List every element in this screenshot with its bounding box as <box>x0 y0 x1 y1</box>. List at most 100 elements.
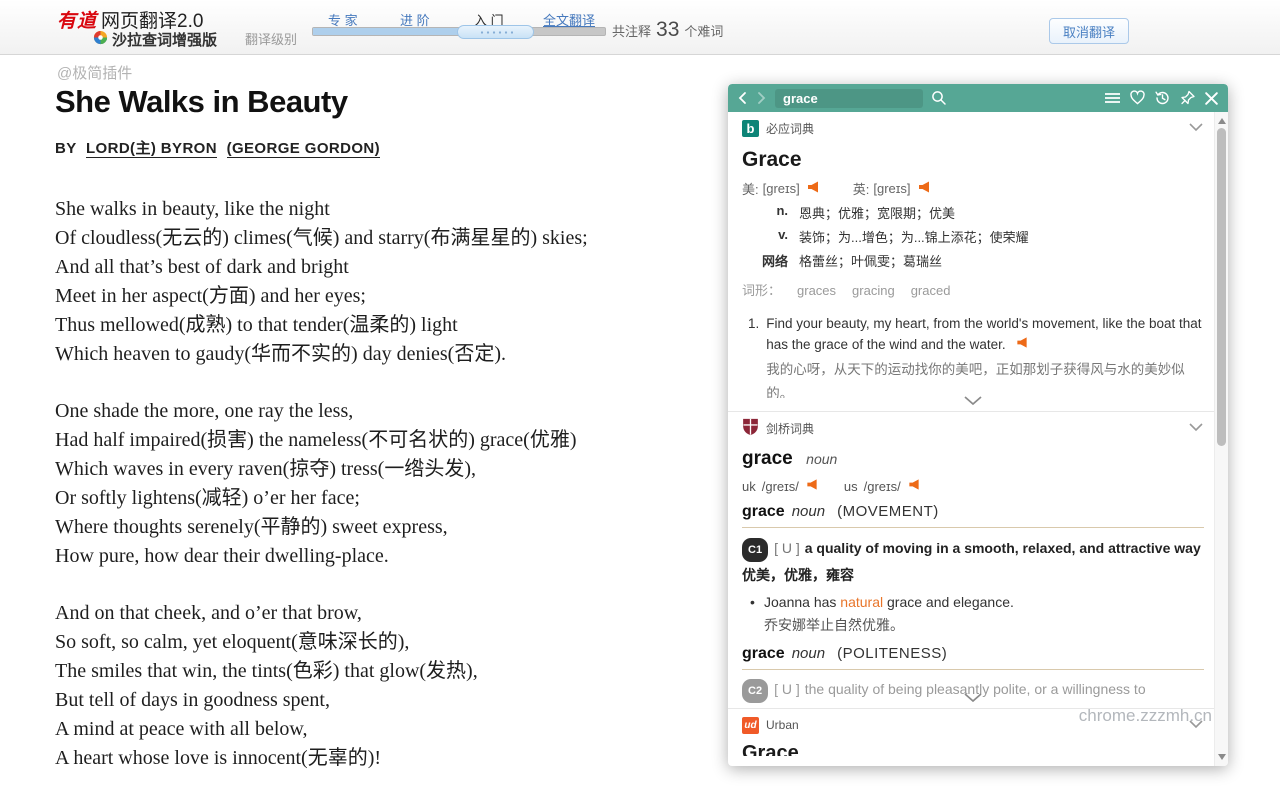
pin-icon[interactable] <box>1179 90 1196 106</box>
plugin-name: 沙拉查词增强版 <box>112 29 217 50</box>
word-forms: 词形：gracesgracinggraced <box>742 280 1204 299</box>
poem-line: Of cloudless(无云的) climes(气候) and starry(… <box>55 224 715 253</box>
byline: BY LORD(主) BYRON (GEORGE GORDON) <box>55 137 380 158</box>
definition-row: 网络 格蕾丝；叶佩雯；葛瑞丝 <box>742 251 1204 270</box>
sense-pos: noun <box>792 645 825 662</box>
cefr-level-badge: C1 <box>742 538 768 562</box>
popup-body: b 必应词典 Grace 美: [greɪs] 英: [greɪs] <box>728 112 1228 766</box>
pos-label: v. <box>742 227 788 246</box>
poem-line: Had half impaired(损害) the nameless(不可名状的… <box>55 426 715 455</box>
speaker-icon[interactable] <box>807 180 819 197</box>
poem-line: Or softly lightens(减轻) o’er her face; <box>55 484 715 513</box>
pron-label-us: us <box>844 479 858 494</box>
pos-label: n. <box>742 203 788 222</box>
history-icon[interactable] <box>1154 90 1171 106</box>
popup-scrollbar[interactable] <box>1214 112 1228 766</box>
byline-prefix: BY <box>55 140 76 157</box>
salad-plugin-brand: 沙拉查词增强版 <box>93 29 217 50</box>
bullet-icon: • <box>750 592 755 613</box>
speaker-icon[interactable] <box>908 478 920 494</box>
forms-label: 词形： <box>742 283 781 298</box>
slider-handle[interactable] <box>457 25 534 39</box>
slider-grip-dots <box>479 31 513 34</box>
heart-icon[interactable] <box>1129 90 1146 106</box>
back-icon[interactable] <box>737 91 748 105</box>
poem-line: So soft, so calm, yet eloquent(意味深长的), <box>55 628 715 657</box>
expand-section-button[interactable] <box>742 692 1204 703</box>
form-item: graced <box>911 283 951 298</box>
poem-line: A heart whose love is innocent(无辜的)! <box>55 744 715 773</box>
cambridge-example: • Joanna has natural grace and elegance.… <box>742 592 1204 636</box>
urban-source-label: Urban <box>766 718 799 732</box>
scroll-up-icon[interactable] <box>1218 118 1226 124</box>
scroll-down-icon[interactable] <box>1218 754 1226 760</box>
pos-label: 网络 <box>742 251 788 270</box>
search-icon[interactable] <box>931 90 947 106</box>
speaker-icon[interactable] <box>1016 337 1028 352</box>
poem-line: Where thoughts serenely(平静的) sweet expre… <box>55 513 715 542</box>
poem-line: Thus mellowed(成熟) to that tender(温柔的) li… <box>55 311 715 340</box>
speaker-icon[interactable] <box>918 180 930 197</box>
cambridge-pos: noun <box>806 451 837 467</box>
scrollbar-thumb[interactable] <box>1217 128 1226 446</box>
poem-line: Which waves in every raven(掠夺) tress(一绺头… <box>55 455 715 484</box>
sense-topic: (MOVEMENT) <box>837 503 939 520</box>
cambridge-section-header[interactable]: 剑桥词典 <box>742 412 1204 438</box>
chevron-down-icon[interactable] <box>1188 718 1204 732</box>
cambridge-dictionary-section: 剑桥词典 grace noun uk /ɡreɪs/ us <box>742 412 1204 703</box>
bing-dictionary-section: b 必应词典 Grace 美: [greɪs] 英: [greɪs] <box>742 112 1204 406</box>
urban-headword-partial: Grace <box>742 742 1204 756</box>
speaker-icon[interactable] <box>806 478 818 494</box>
poem-line: But tell of days in goodness spent, <box>55 686 715 715</box>
example-body: Find your beauty, my heart, from the wor… <box>766 313 1204 398</box>
pron-label-us: 美: <box>742 179 759 198</box>
definition-english: a quality of moving in a smooth, relaxed… <box>805 540 1201 556</box>
example-chinese: 我的心呀，从天下的运动找你的美吧，正如那划子获得风与水的美妙似的。 <box>766 358 1204 398</box>
bing-pronunciation: 美: [greɪs] 英: [greɪs] <box>742 179 1204 198</box>
sense-headword: grace <box>742 645 785 662</box>
definition-text: 装饰；为...增色；为...锦上添花；使荣耀 <box>799 227 1029 246</box>
chevron-down-icon[interactable] <box>1188 421 1204 435</box>
translation-toolbar: 有道网页翻译2.0 沙拉查词增强版 翻译级别 专 家 进 阶 入 门 全文翻译 … <box>0 0 1280 55</box>
author-link[interactable]: LORD(主) BYRON <box>86 140 217 158</box>
plugin-watermark: @极简插件 <box>57 62 132 83</box>
search-input[interactable] <box>775 89 923 108</box>
slider-fill <box>313 28 459 35</box>
poem-line: One shade the more, one ray the less, <box>55 397 715 426</box>
forward-icon[interactable] <box>756 91 767 105</box>
author-link-secondary[interactable]: (GEORGE GORDON) <box>227 140 381 158</box>
example-pre: Joanna has <box>764 594 840 610</box>
sense-headword: grace <box>742 503 785 520</box>
example-chinese: 乔安娜举止自然优雅。 <box>764 615 1204 636</box>
cambridge-headword: grace <box>742 448 793 469</box>
sense-heading-movement: gracenoun(MOVEMENT) <box>742 503 1204 528</box>
pron-ipa-us: /ɡreɪs/ <box>864 479 901 494</box>
poem-stanza-1: She walks in beauty, like the night Of c… <box>55 195 715 369</box>
level-slider[interactable] <box>312 27 606 36</box>
cancel-translate-button[interactable]: 取消翻译 <box>1049 18 1129 44</box>
salad-icon <box>93 30 108 49</box>
poem-stanza-3: And on that cheek, and o’er that brow, S… <box>55 599 715 773</box>
menu-icon[interactable] <box>1104 91 1121 105</box>
bing-section-header[interactable]: b 必应词典 <box>742 112 1204 138</box>
pron-label-uk: uk <box>742 479 756 494</box>
poem-line: Which heaven to gaudy(华而不实的) day denies(… <box>55 340 715 369</box>
urban-dictionary-section: ud Urban Grace <box>742 709 1204 756</box>
cambridge-source-label: 剑桥词典 <box>766 420 814 437</box>
cambridge-shield-icon <box>742 418 759 439</box>
annotation-prefix: 共注释 <box>612 21 651 40</box>
poem-line: And on that cheek, and o’er that brow, <box>55 599 715 628</box>
chevron-down-icon[interactable] <box>1188 121 1204 135</box>
definition-row: n. 恩典；优雅；宽限期；优美 <box>742 203 1204 222</box>
close-icon[interactable] <box>1204 91 1219 106</box>
annotation-suffix: 个难词 <box>684 21 723 40</box>
definition-chinese: 优美，优雅，雍容 <box>742 565 1204 585</box>
form-item: graces <box>797 283 836 298</box>
expand-section-button[interactable] <box>742 395 1204 406</box>
urban-section-header[interactable]: ud Urban <box>742 709 1204 735</box>
sense-topic: (POLITENESS) <box>837 645 947 662</box>
bing-source-label: 必应词典 <box>766 120 814 137</box>
dictionary-popup: b 必应词典 Grace 美: [greɪs] 英: [greɪs] <box>728 84 1228 766</box>
sense-heading-politeness: grace noun (POLITENESS) <box>742 645 1204 670</box>
bing-example: 1. Find your beauty, my heart, from the … <box>742 313 1204 398</box>
